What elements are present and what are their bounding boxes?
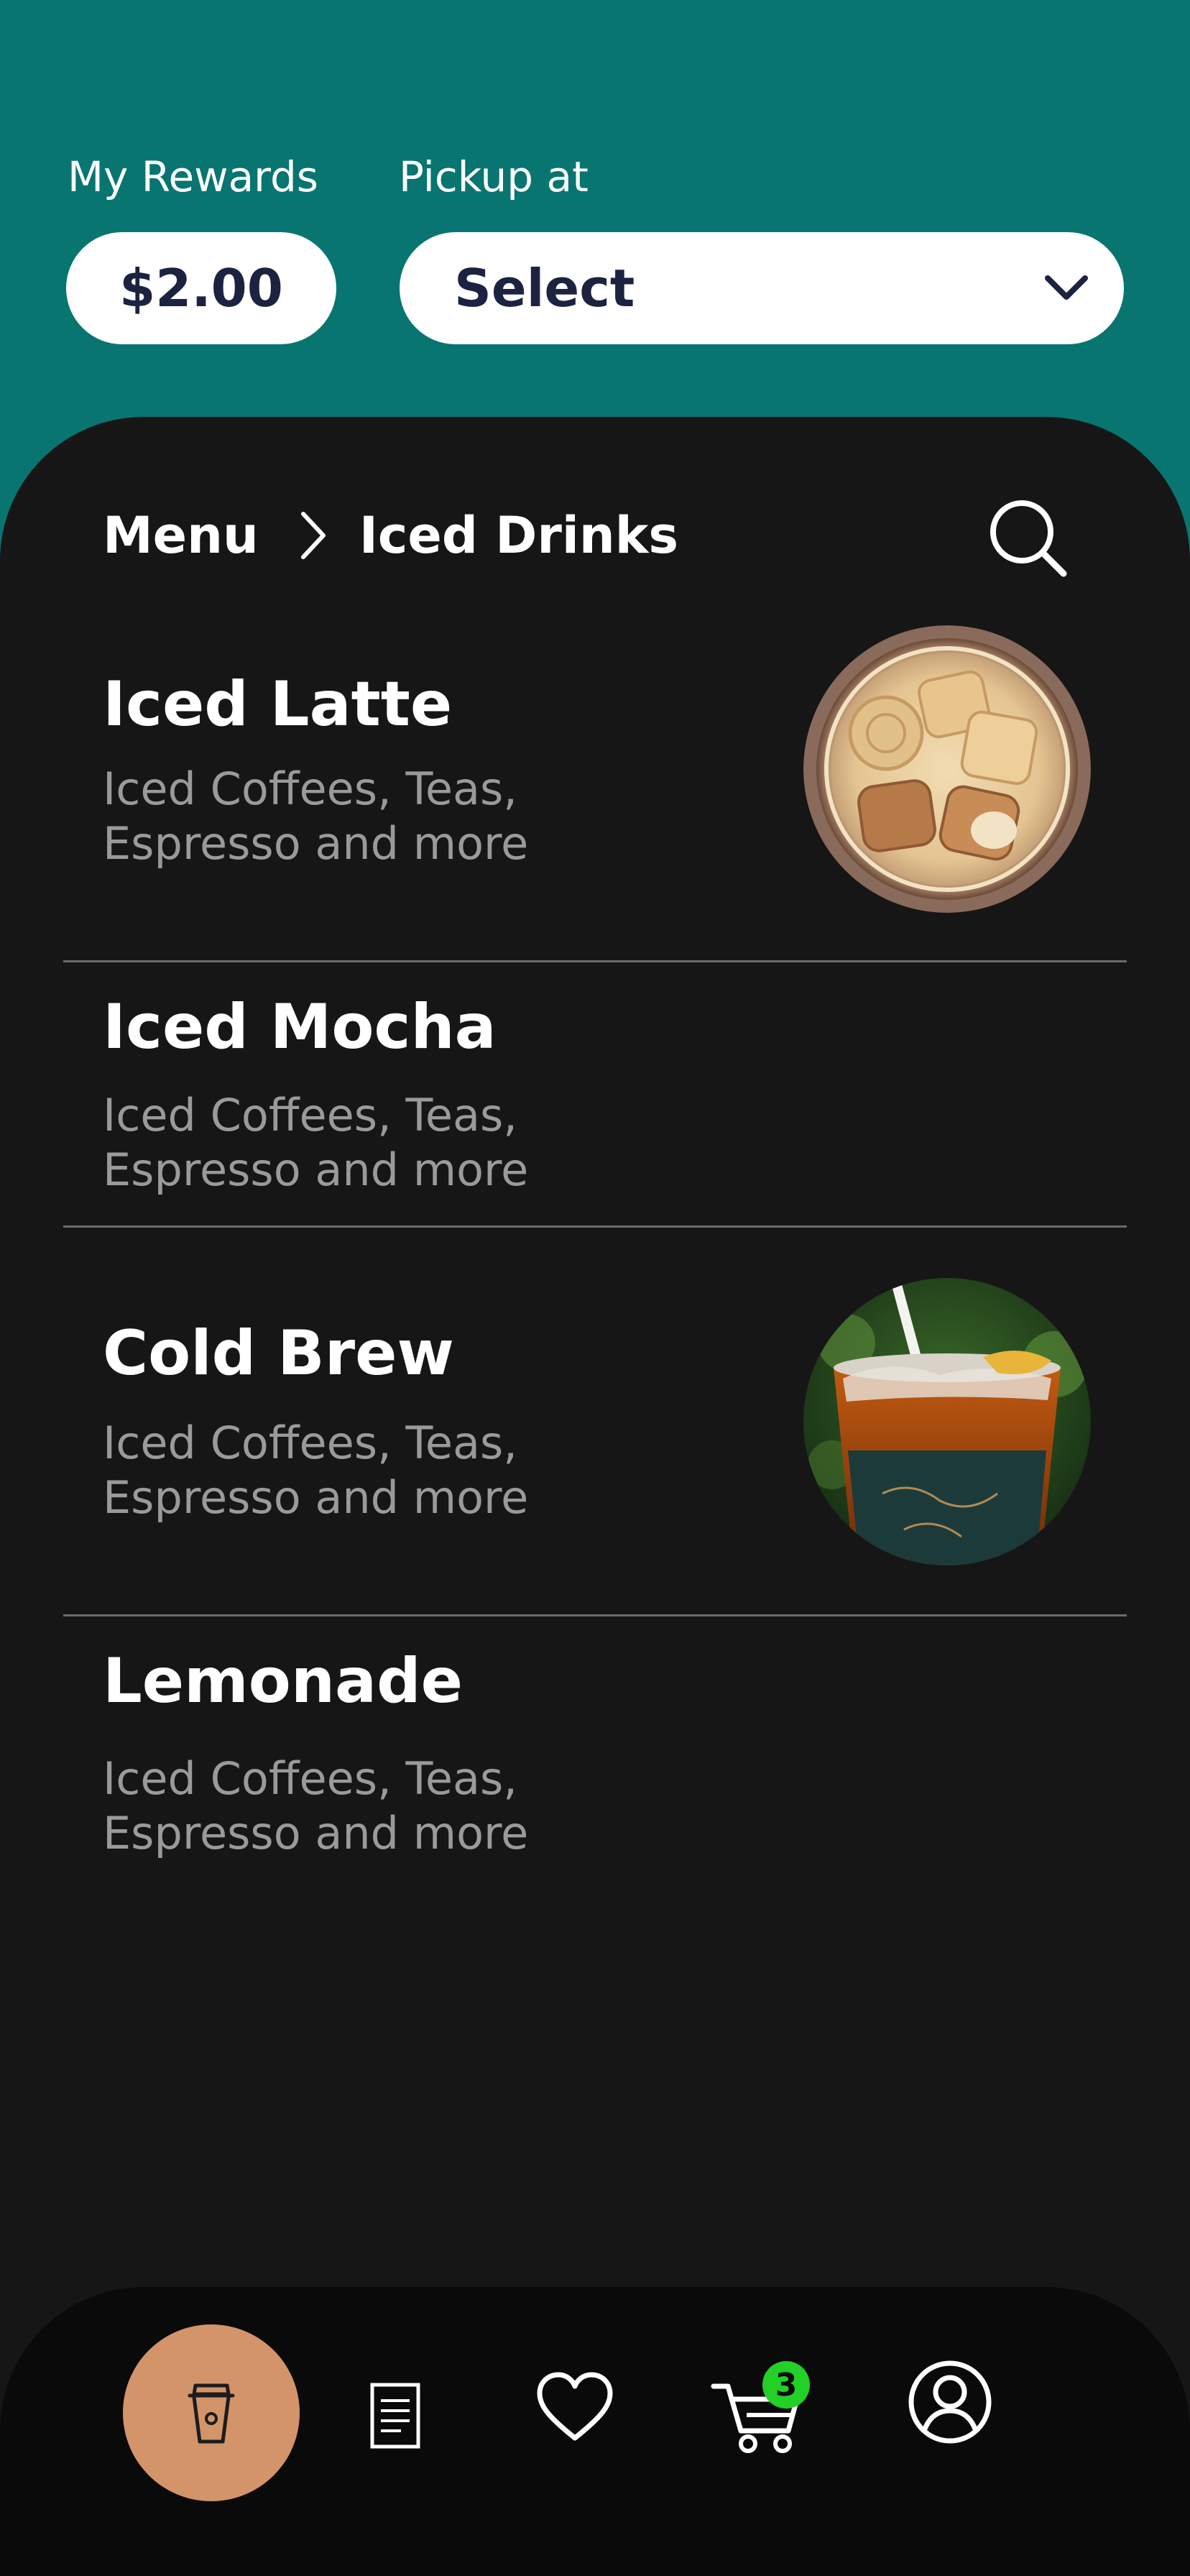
menu-item-description: Iced Coffees, Teas, Espresso and more — [103, 1417, 529, 1524]
nav-drinks-button[interactable] — [123, 2324, 300, 2501]
chevron-down-icon — [1045, 275, 1088, 300]
pickup-location-select[interactable]: Select — [400, 232, 1124, 344]
breadcrumb: Menu Iced Drinks — [103, 503, 678, 568]
iced-latte-image — [803, 625, 1091, 913]
heart-icon — [537, 2372, 613, 2441]
rewards-label: My Rewards — [68, 152, 319, 201]
chevron-right-icon — [300, 512, 326, 559]
menu-item-iced-mocha[interactable]: Iced Mocha Iced Coffees, Teas, Espresso … — [0, 962, 1190, 1225]
pickup-location-value: Select — [454, 258, 635, 318]
profile-icon — [908, 2360, 992, 2444]
nav-menu-button[interactable] — [359, 2372, 431, 2458]
nav-profile-button[interactable] — [907, 2359, 993, 2445]
breadcrumb-menu-link[interactable]: Menu — [103, 506, 259, 565]
menu-item-description: Iced Coffees, Teas, Espresso and more — [103, 1752, 529, 1859]
menu-item-title: Lemonade — [103, 1645, 463, 1717]
menu-item-cold-brew[interactable]: Cold Brew Iced Coffees, Teas, Espresso a… — [0, 1228, 1190, 1614]
cold-brew-image — [803, 1278, 1091, 1565]
menu-item-title: Iced Latte — [103, 668, 453, 740]
menu-document-icon — [370, 2383, 420, 2449]
menu-item-lemonade[interactable]: Lemonade Iced Coffees, Teas, Espresso an… — [0, 1616, 1190, 1918]
rewards-balance-button[interactable]: $2.00 — [66, 232, 336, 344]
search-icon — [990, 500, 1067, 577]
cart-count-badge: 3 — [762, 2361, 810, 2409]
pickup-label: Pickup at — [399, 152, 589, 201]
search-button[interactable] — [986, 496, 1069, 579]
menu-item-title: Cold Brew — [103, 1317, 454, 1389]
menu-item-iced-latte[interactable]: Iced Latte Iced Coffees, Teas, Espresso … — [0, 625, 1190, 962]
nav-favorites-button[interactable] — [535, 2368, 614, 2447]
menu-item-description: Iced Coffees, Teas, Espresso and more — [103, 763, 529, 870]
breadcrumb-current: Iced Drinks — [359, 506, 678, 565]
drinks-cup-icon — [188, 2383, 235, 2444]
menu-item-title: Iced Mocha — [103, 991, 497, 1063]
rewards-balance-value: $2.00 — [119, 258, 283, 318]
menu-item-description: Iced Coffees, Teas, Espresso and more — [103, 1089, 529, 1196]
